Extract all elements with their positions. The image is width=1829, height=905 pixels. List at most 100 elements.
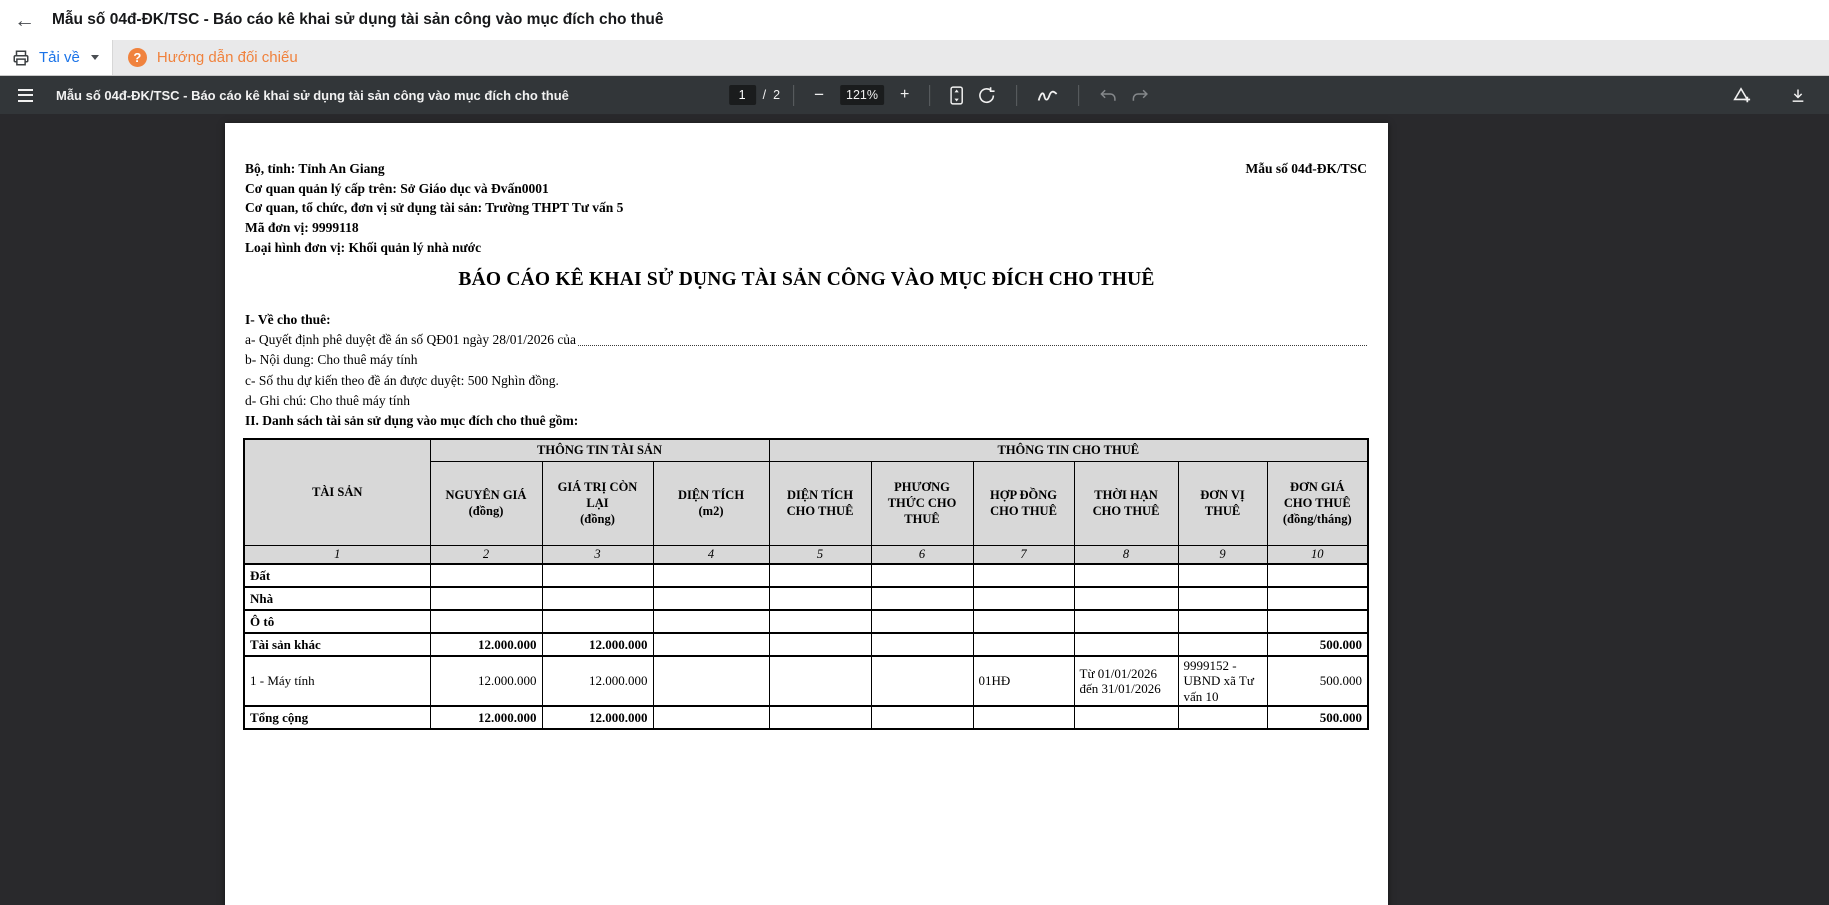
meta-line: Cơ quan quản lý cấp trên: Sở Giáo dục và… (245, 179, 623, 199)
row-label: 1 - Máy tính (244, 656, 430, 706)
table-cell: 12.000.000 (542, 656, 653, 706)
table-cell (871, 656, 973, 706)
help-link[interactable]: ? Hướng dẫn đối chiếu (128, 40, 298, 75)
column-number: 4 (653, 545, 769, 564)
group-header: THÔNG TIN CHO THUÊ (769, 439, 1368, 461)
section-1-heading: I- Về cho thuê: (245, 310, 1367, 330)
table-cell (653, 564, 769, 587)
table-cell (653, 587, 769, 610)
table-cell (653, 633, 769, 656)
table-cell (653, 610, 769, 633)
column-header: ĐƠN GIÁ CHO THUÊ (đồng/tháng) (1267, 461, 1368, 545)
table-row: Đất (244, 564, 1368, 587)
meta-line: Cơ quan, tổ chức, đơn vị sử dụng tài sản… (245, 198, 623, 218)
table-cell (542, 610, 653, 633)
column-header: DIỆN TÍCH CHO THUÊ (769, 461, 871, 545)
pdf-page: Bộ, tỉnh: Tỉnh An Giang Cơ quan quản lý … (225, 123, 1388, 905)
meta-line: Loại hình đơn vị: Khối quản lý nhà nước (245, 238, 623, 258)
doc-meta: Bộ, tỉnh: Tỉnh An Giang Cơ quan quản lý … (245, 159, 623, 258)
line-d: d- Ghi chú: Cho thuê máy tính (245, 391, 1367, 411)
fit-page-button[interactable] (943, 82, 970, 109)
section-2-heading: II. Danh sách tài sản sử dụng vào mục đí… (245, 411, 1367, 431)
table-cell (871, 633, 973, 656)
table-cell (1178, 610, 1267, 633)
line-a-text: a- Quyết định phê duyệt đề án số QĐ01 ng… (245, 330, 576, 350)
table-row: Ô tô (244, 610, 1368, 633)
rotate-icon (977, 86, 996, 105)
column-header: GIÁ TRỊ CÒN LẠI (đồng) (542, 461, 653, 545)
assets-table: TÀI SẢN THÔNG TIN TÀI SẢN THÔNG TIN CHO … (243, 438, 1369, 730)
column-number: 9 (1178, 545, 1267, 564)
download-icon (1790, 87, 1806, 104)
table-cell (973, 706, 1074, 729)
table-row: Tài sản khác12.000.00012.000.000500.000 (244, 633, 1368, 656)
table-cell (1074, 610, 1178, 633)
column-header: THỜI HẠN CHO THUÊ (1074, 461, 1178, 545)
table-cell (1178, 564, 1267, 587)
column-header: TÀI SẢN (244, 439, 430, 545)
row-label: Ô tô (244, 610, 430, 633)
table-cell (769, 587, 871, 610)
help-icon: ? (128, 48, 147, 67)
annotate-icon (1037, 88, 1058, 103)
doc-title: BÁO CÁO KÊ KHAI SỬ DỤNG TÀI SẢN CÔNG VÀO… (225, 269, 1388, 291)
action-bar: Tải về ? Hướng dẫn đối chiếu (0, 40, 1829, 76)
page-number-input[interactable]: 1 (729, 85, 756, 105)
table-cell: 12.000.000 (542, 706, 653, 729)
column-number: 3 (542, 545, 653, 564)
table-cell: 9999152 - UBND xã Tư vấn 10 (1178, 656, 1267, 706)
add-to-drive-button[interactable] (1724, 82, 1758, 109)
hamburger-menu-icon[interactable] (16, 85, 35, 106)
group-header-row: TÀI SẢN THÔNG TIN TÀI SẢN THÔNG TIN CHO … (244, 439, 1368, 461)
print-download-button[interactable]: Tải về (0, 40, 113, 75)
table-cell (1178, 633, 1267, 656)
line-a: a- Quyết định phê duyệt đề án số QĐ01 ng… (245, 330, 1367, 350)
page-separator: / (763, 88, 766, 102)
line-b: b- Nội dung: Cho thuê máy tính (245, 350, 1367, 370)
zoom-in-button[interactable]: + (893, 85, 916, 106)
help-label: Hướng dẫn đối chiếu (157, 49, 298, 66)
table-cell (973, 633, 1074, 656)
column-number: 6 (871, 545, 973, 564)
column-header: NGUYÊN GIÁ (đồng) (430, 461, 542, 545)
column-number: 10 (1267, 545, 1368, 564)
pdf-toolbar: Mẫu số 04đ-ĐK/TSC - Báo cáo kê khai sử d… (0, 76, 1829, 114)
table-cell (542, 564, 653, 587)
annotate-button[interactable] (1030, 84, 1065, 107)
table-cell: 500.000 (1267, 633, 1368, 656)
table-row: 1 - Máy tính12.000.00012.000.00001HĐTừ 0… (244, 656, 1368, 706)
rotate-button[interactable] (970, 82, 1003, 109)
zoom-level: 121% (846, 88, 878, 102)
back-button[interactable]: ← (14, 10, 35, 31)
table-cell: 12.000.000 (542, 633, 653, 656)
pdf-viewport[interactable]: Bộ, tỉnh: Tỉnh An Giang Cơ quan quản lý … (0, 114, 1829, 905)
table-cell: 500.000 (1267, 656, 1368, 706)
table-cell (1267, 610, 1368, 633)
table-cell (769, 610, 871, 633)
redo-button[interactable] (1124, 84, 1156, 107)
download-label: Tải về (39, 49, 80, 66)
column-header: PHƯƠNG THỨC CHO THUÊ (871, 461, 973, 545)
table-cell: 500.000 (1267, 706, 1368, 729)
meta-line: Bộ, tỉnh: Tỉnh An Giang (245, 159, 623, 179)
column-header: DIỆN TÍCH (m2) (653, 461, 769, 545)
table-cell (973, 587, 1074, 610)
table-cell (1178, 706, 1267, 729)
table-cell: 12.000.000 (430, 656, 542, 706)
column-header: ĐƠN VỊ THUÊ (1178, 461, 1267, 545)
dropdown-caret-icon[interactable] (91, 55, 99, 60)
table-cell: 01HĐ (973, 656, 1074, 706)
zoom-out-button[interactable]: − (807, 84, 831, 106)
table-cell (1074, 706, 1178, 729)
app-title: Mẫu số 04đ-ĐK/TSC - Báo cáo kê khai sử d… (52, 11, 664, 29)
table-cell (1267, 587, 1368, 610)
table-cell (871, 706, 973, 729)
table-cell (1074, 633, 1178, 656)
table-cell: 12.000.000 (430, 633, 542, 656)
column-number: 1 (244, 545, 430, 564)
line-c: c- Số thu dự kiến theo đề án được duyệt:… (245, 371, 1367, 391)
section-1: I- Về cho thuê: a- Quyết định phê duyệt … (245, 310, 1367, 431)
undo-button[interactable] (1092, 84, 1124, 107)
download-button[interactable] (1783, 83, 1813, 108)
table-cell (871, 587, 973, 610)
